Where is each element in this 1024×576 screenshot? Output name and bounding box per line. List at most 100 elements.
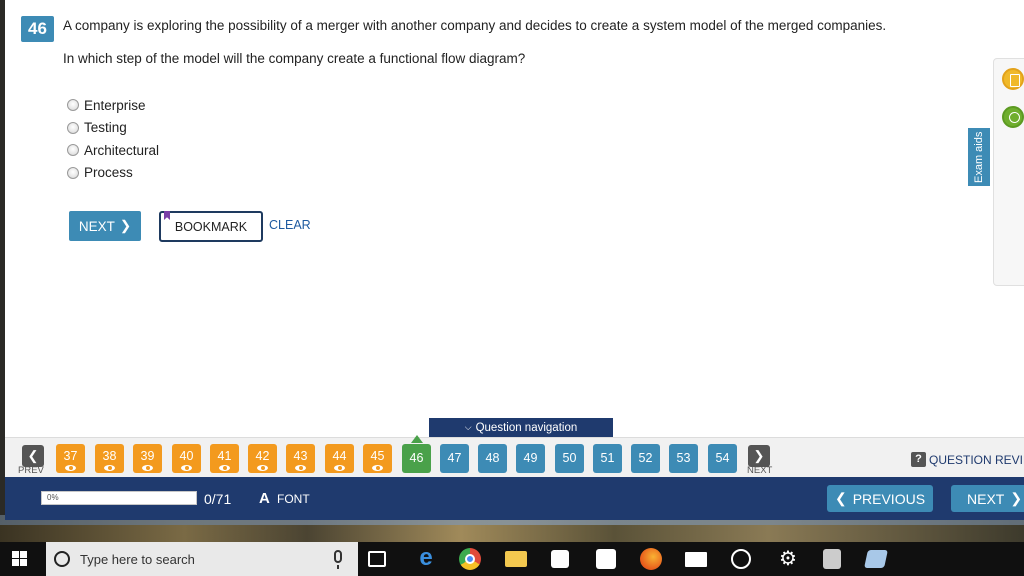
question-button-46[interactable]: 46: [402, 444, 431, 473]
next-question-button[interactable]: NEXT ❯: [69, 211, 141, 241]
radio-button[interactable]: [67, 121, 79, 134]
chevron-down-icon: ⌵: [464, 422, 472, 432]
calendar-icon[interactable]: [596, 549, 616, 569]
question-number: 44: [332, 449, 347, 463]
question-button-41[interactable]: 41: [210, 444, 239, 473]
previous-button[interactable]: ❮ PREVIOUS: [827, 485, 933, 512]
alarm-icon[interactable]: [731, 549, 751, 569]
next-label: NEXT: [967, 490, 1005, 507]
current-question-marker: [411, 435, 423, 443]
exam-window: 46 A company is exploring the possibilit…: [5, 0, 1024, 520]
question-button-53[interactable]: 53: [669, 444, 698, 473]
option-label: Testing: [84, 120, 127, 136]
clear-button[interactable]: CLEAR: [269, 218, 311, 232]
nav-prev-button[interactable]: ❮: [22, 445, 44, 467]
question-number: 42: [255, 449, 270, 463]
previous-label: PREVIOUS: [852, 490, 926, 507]
settings-icon[interactable]: ⚙: [777, 548, 799, 570]
eye-icon: [142, 465, 153, 471]
question-button-37[interactable]: 37: [56, 444, 85, 473]
question-button-43[interactable]: 43: [286, 444, 315, 473]
eye-icon: [104, 465, 115, 471]
radio-button[interactable]: [67, 144, 79, 157]
option-testing[interactable]: Testing: [67, 117, 159, 140]
chevron-right-icon: ❯: [119, 218, 132, 233]
file-explorer-icon[interactable]: [505, 551, 527, 567]
question-button-42[interactable]: 42: [248, 444, 277, 473]
exam-aids-tab[interactable]: Exam aids: [968, 128, 990, 186]
firefox-icon[interactable]: [640, 548, 662, 570]
chrome-icon[interactable]: [459, 548, 481, 570]
question-button-52[interactable]: 52: [631, 444, 660, 473]
question-button-47[interactable]: 47: [440, 444, 469, 473]
question-button-49[interactable]: 49: [516, 444, 545, 473]
calculator-app-icon[interactable]: [823, 549, 841, 569]
eye-icon: [219, 465, 230, 471]
bookmark-button[interactable]: BOOKMARK: [159, 211, 263, 242]
eye-icon: [257, 465, 268, 471]
store-icon[interactable]: [551, 550, 569, 568]
question-button-51[interactable]: 51: [593, 444, 622, 473]
eye-icon: [295, 465, 306, 471]
eye-icon: [372, 465, 383, 471]
question-button-44[interactable]: 44: [325, 444, 354, 473]
next-label: NEXT: [78, 218, 115, 234]
question-prompt: In which step of the model will the comp…: [63, 51, 526, 66]
progress-percent: 0%: [47, 493, 59, 502]
nav-prev-label: PREV: [18, 465, 44, 476]
option-architectural[interactable]: Architectural: [67, 139, 159, 162]
question-number: 40: [179, 449, 194, 463]
taskbar-search-placeholder: Type here to search: [80, 552, 195, 567]
eye-icon: [65, 465, 76, 471]
edge-icon[interactable]: e: [415, 546, 437, 570]
question-button-50[interactable]: 50: [555, 444, 584, 473]
question-text: A company is exploring the possibility o…: [63, 18, 887, 33]
chevron-right-icon: ❯: [1010, 490, 1023, 506]
radio-button[interactable]: [67, 99, 79, 112]
question-button-39[interactable]: 39: [133, 444, 162, 473]
nav-next-button[interactable]: ❯: [748, 445, 770, 467]
cortana-icon: [54, 551, 70, 567]
radio-button[interactable]: [67, 166, 79, 179]
note-icon[interactable]: [864, 550, 888, 568]
question-button-45[interactable]: 45: [363, 444, 392, 473]
progress-count: 0/71: [204, 491, 232, 507]
progress-bar: 0%: [41, 491, 197, 505]
bookmark-icon: [164, 211, 170, 220]
exam-aids-panel: [993, 58, 1024, 286]
question-button-38[interactable]: 38: [95, 444, 124, 473]
task-view-icon[interactable]: [368, 551, 386, 567]
nav-next-label: NEXT: [747, 465, 773, 476]
question-button-48[interactable]: 48: [478, 444, 507, 473]
question-number: 38: [102, 449, 117, 463]
option-label: Architectural: [84, 142, 160, 158]
next-button[interactable]: NEXT ❯: [951, 485, 1024, 512]
question-number: 37: [63, 449, 78, 463]
question-button-54[interactable]: 54: [708, 444, 737, 473]
chevron-left-icon: ❮: [834, 490, 847, 506]
question-navigation-toggle[interactable]: ⌵ Question navigation: [429, 418, 613, 437]
eye-icon: [334, 465, 345, 471]
question-button-40[interactable]: 40: [172, 444, 201, 473]
bookmark-label: BOOKMARK: [174, 219, 248, 234]
calculator-icon[interactable]: [1002, 68, 1024, 90]
question-number-badge: 46: [21, 16, 54, 42]
font-button[interactable]: FONT: [277, 492, 310, 506]
question-navigation-label: Question navigation: [475, 421, 578, 434]
option-enterprise[interactable]: Enterprise: [67, 94, 159, 117]
microphone-icon[interactable]: [334, 550, 342, 569]
question-number: 39: [140, 449, 155, 463]
question-number: 45: [370, 449, 385, 463]
option-label: Enterprise: [84, 97, 146, 113]
timer-icon[interactable]: [1002, 106, 1024, 128]
option-process[interactable]: Process: [67, 162, 159, 185]
option-label: Process: [84, 165, 133, 181]
question-review-button[interactable]: QUESTION REVIEW: [929, 453, 1024, 467]
answer-options: Enterprise Testing Architectural Process: [67, 94, 159, 184]
start-icon[interactable]: [12, 551, 28, 567]
eye-icon: [181, 465, 192, 471]
question-number: 43: [293, 449, 308, 463]
question-review-icon[interactable]: ?: [911, 452, 926, 467]
font-icon[interactable]: A: [259, 490, 270, 507]
mail-icon[interactable]: [685, 552, 707, 567]
